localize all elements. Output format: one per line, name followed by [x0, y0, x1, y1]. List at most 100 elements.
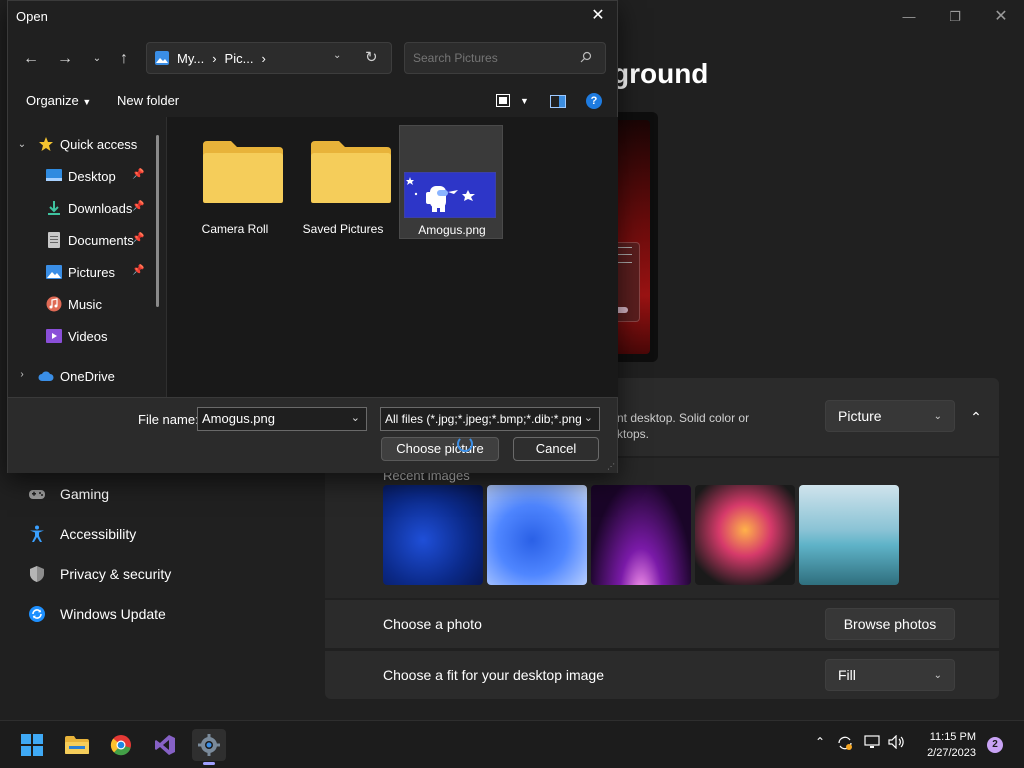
pictures-location-icon [155, 51, 169, 65]
update-icon [28, 605, 46, 623]
nav-pane-scrollbar[interactable] [156, 135, 159, 307]
recent-locations-chevron-icon[interactable]: ⌄ [86, 49, 108, 69]
page-title: ground [612, 58, 709, 89]
refresh-icon[interactable]: ↻ [365, 48, 378, 66]
notification-badge[interactable]: 2 [987, 737, 1003, 753]
open-file-dialog: Open ✕ ← → ⌄ ↑ My... › Pic... › ⌄ ↻ Orga… [7, 0, 618, 473]
accessibility-icon [28, 525, 46, 543]
breadcrumb-separator: › [212, 51, 217, 66]
choose-photo-label: Choose a photo [383, 616, 482, 632]
chevron-up-icon[interactable]: ⌃ [815, 735, 825, 749]
background-description: nt desktop. Solid color or ktops. [617, 411, 750, 441]
pin-icon[interactable]: 📌 [132, 265, 144, 276]
nav-item-gaming[interactable]: Gaming [28, 479, 109, 509]
help-icon[interactable]: ? [586, 93, 602, 109]
folder-icon [311, 141, 391, 203]
choose-picture-button[interactable]: Choose picture [381, 437, 499, 461]
download-icon [46, 200, 62, 216]
nav-item-accessibility[interactable]: Accessibility [28, 519, 136, 549]
dialog-footer: File name: Amogus.png ⌄ All files (*.jpg… [8, 397, 617, 473]
organize-menu[interactable]: Organize ▼ [26, 93, 91, 108]
nav-downloads[interactable]: Downloads [46, 195, 132, 221]
recent-image-3[interactable] [591, 485, 691, 585]
address-bar[interactable]: My... › Pic... › ⌄ ↻ [146, 42, 392, 74]
breadcrumb-separator: › [261, 51, 266, 66]
breadcrumb-segment-2[interactable]: Pic... [225, 51, 254, 66]
nav-pictures[interactable]: Pictures [46, 259, 115, 285]
pin-icon[interactable]: 📌 [132, 233, 144, 244]
shield-icon [28, 565, 46, 583]
close-icon[interactable]: ✕ [587, 5, 609, 27]
choose-fit-row: Choose a fit for your desktop image Fill… [325, 651, 999, 699]
file-type-filter[interactable]: All files (*.jpg;*.jpeg;*.bmp;*.dib;*.pn… [380, 407, 600, 431]
browse-photos-button[interactable]: Browse photos [825, 608, 955, 640]
desktop-icon [46, 168, 62, 184]
view-options-icon[interactable] [496, 94, 512, 113]
search-icon [580, 50, 592, 68]
taskbar: ⌃ 11:15 PM 2/27/2023 2 [0, 720, 1024, 768]
search-input[interactable] [404, 42, 606, 74]
chevron-down-icon[interactable]: ⌄ [16, 139, 28, 150]
back-arrow-icon[interactable]: ← [20, 49, 42, 69]
visual-studio-taskbar-button[interactable] [148, 729, 182, 761]
folder-icon [203, 141, 283, 203]
file-explorer-taskbar-button[interactable] [60, 729, 94, 761]
system-clock[interactable]: 11:15 PM 2/27/2023 [920, 729, 976, 761]
chevron-down-icon: ⌄ [933, 669, 942, 681]
fit-dropdown[interactable]: Fill ⌄ [825, 659, 955, 691]
cloud-icon [38, 368, 54, 384]
chrome-taskbar-button[interactable] [104, 729, 138, 761]
maximize-icon[interactable]: ❐ [944, 6, 966, 28]
chevron-right-icon[interactable]: › [16, 369, 28, 380]
chevron-down-icon: ▼ [82, 97, 92, 107]
view-options-chevron-icon[interactable]: ▼ [520, 96, 529, 106]
nav-item-windows-update[interactable]: Windows Update [28, 599, 166, 629]
volume-icon[interactable] [888, 734, 906, 752]
nav-videos[interactable]: Videos [46, 323, 108, 349]
cancel-button[interactable]: Cancel [513, 437, 599, 461]
folder-saved-pictures[interactable]: Saved Pictures [291, 125, 395, 239]
folder-camera-roll[interactable]: Camera Roll [183, 125, 287, 239]
up-arrow-icon[interactable]: ↑ [113, 49, 135, 69]
nav-item-privacy-security[interactable]: Privacy & security [28, 559, 171, 589]
pictures-icon [46, 264, 62, 280]
pin-icon[interactable]: 📌 [132, 201, 144, 212]
resize-grip-icon[interactable]: ⋰ [607, 463, 615, 471]
music-icon [46, 296, 62, 312]
chevron-up-icon[interactable]: ⌃ [965, 406, 987, 428]
settings-taskbar-button[interactable] [192, 729, 226, 765]
nav-documents[interactable]: Documents [46, 227, 134, 253]
navigation-pane: ⌄ Quick access Desktop 📌 Downloads 📌 Doc… [8, 117, 166, 397]
active-indicator [203, 762, 215, 765]
file-name-input[interactable]: Amogus.png ⌄ [197, 407, 367, 431]
choose-fit-label: Choose a fit for your desktop image [383, 667, 605, 683]
recent-image-4[interactable] [695, 485, 795, 585]
network-icon[interactable] [864, 735, 880, 752]
recent-image-2[interactable] [487, 485, 587, 585]
recent-image-5[interactable] [799, 485, 899, 585]
new-folder-button[interactable]: New folder [117, 93, 179, 108]
gamepad-icon [28, 485, 46, 503]
file-name-label: File name: [138, 412, 199, 427]
dialog-title: Open [16, 9, 48, 24]
choose-photo-row: Choose a photo Browse photos [325, 600, 999, 648]
recent-image-1[interactable] [383, 485, 483, 585]
forward-arrow-icon[interactable]: → [54, 49, 76, 69]
busy-cursor-icon [457, 436, 473, 452]
file-explorer-icon [65, 736, 89, 754]
start-button[interactable] [15, 729, 49, 761]
address-dropdown-icon[interactable]: ⌄ [333, 50, 341, 61]
preview-pane-icon[interactable] [550, 95, 566, 113]
background-type-dropdown[interactable]: Picture ⌄ [825, 400, 955, 432]
pin-icon[interactable]: 📌 [132, 169, 144, 180]
close-icon[interactable]: ✕ [990, 6, 1012, 28]
sync-icon[interactable] [836, 735, 854, 754]
nav-desktop[interactable]: Desktop [46, 163, 116, 189]
nav-music[interactable]: Music [46, 291, 102, 317]
chevron-down-icon[interactable]: ⌄ [351, 411, 360, 424]
nav-quick-access[interactable]: Quick access [38, 131, 137, 157]
file-amogus-png[interactable]: Amogus.png [399, 125, 503, 239]
nav-onedrive[interactable]: OneDrive [38, 363, 115, 389]
breadcrumb-segment-1[interactable]: My... [177, 51, 204, 66]
minimize-icon[interactable]: — [898, 6, 920, 28]
